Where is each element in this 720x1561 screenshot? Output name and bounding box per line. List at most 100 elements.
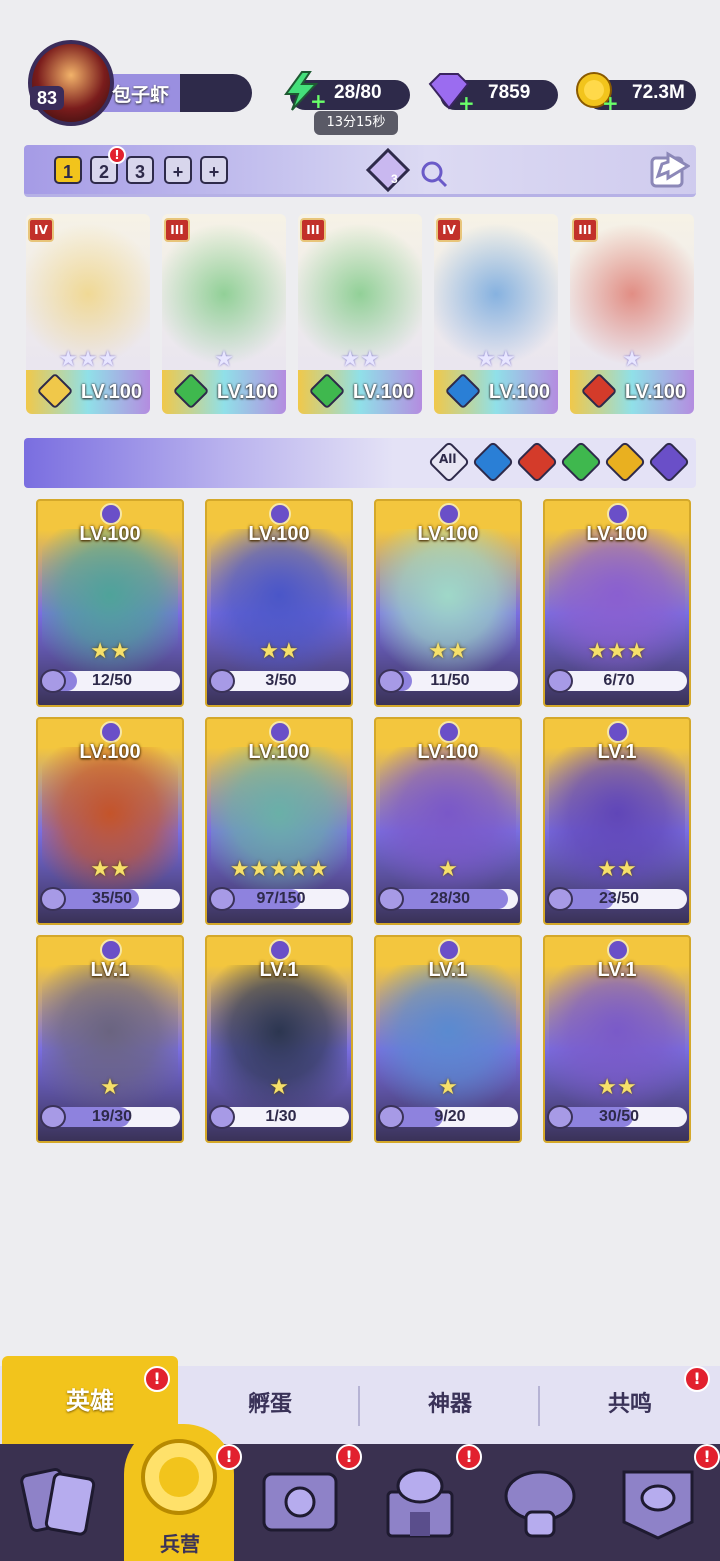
hero-level: LV.1 — [428, 959, 468, 981]
hero-stars: ★★★ — [587, 639, 647, 664]
team-slot-2-alert: ! — [108, 146, 126, 164]
hero-shard-icon — [209, 887, 235, 911]
hero-card[interactable]: LV.1 ★ 9/20 — [374, 935, 522, 1143]
nav-banner-icon[interactable] — [618, 1462, 698, 1542]
team-member-stars: ★ — [214, 347, 234, 372]
team-member-card[interactable]: IV ★★★ LV.100 — [26, 214, 150, 414]
hero-card[interactable]: LV.100 ★★ 35/50 — [36, 717, 184, 925]
team-slot-add-2[interactable]: + — [200, 156, 228, 184]
hero-level: LV.100 — [79, 741, 141, 763]
filter-all-label: All — [439, 452, 457, 466]
team-member-card[interactable]: III ★★ LV.100 — [298, 214, 422, 414]
dark-element-icon — [607, 939, 629, 961]
hero-card[interactable]: LV.100 ★★ 11/50 — [374, 499, 522, 707]
hero-shard-icon — [40, 887, 66, 911]
hero-card[interactable]: LV.1 ★★ 23/50 — [543, 717, 691, 925]
hero-shard-icon — [547, 1105, 573, 1129]
hero-level: LV.1 — [90, 959, 130, 981]
energy-value: 28/80 — [334, 82, 382, 103]
hero-card[interactable]: LV.1 ★★ 30/50 — [543, 935, 691, 1143]
barracks-icon — [141, 1439, 217, 1515]
team-member-card[interactable]: IV ★★ LV.100 — [434, 214, 558, 414]
dark-element-icon — [438, 503, 460, 525]
hero-level: LV.1 — [597, 959, 637, 981]
team-member-level: LV.100 — [488, 381, 550, 403]
hero-shard-icon — [40, 669, 66, 693]
hero-shard-icon — [378, 669, 404, 693]
hero-stars: ★★ — [90, 857, 130, 882]
team-member-level: LV.100 — [624, 381, 686, 403]
player-level: 83 — [30, 86, 64, 110]
team-member-stars: ★★ — [476, 347, 516, 372]
team-member-level: LV.100 — [216, 381, 278, 403]
tab-artifacts[interactable]: 神器 — [360, 1366, 540, 1444]
nav-book-icon[interactable] — [260, 1462, 340, 1542]
hero-shard-icon — [209, 1105, 235, 1129]
crystal-count: 3 — [391, 172, 398, 186]
team-member-rank: III — [572, 218, 598, 242]
crystal-search-icon[interactable] — [362, 148, 452, 194]
hero-stars: ★★ — [597, 1075, 637, 1100]
hero-card[interactable]: LV.1 ★ 1/30 — [205, 935, 353, 1143]
hero-shard-icon — [209, 669, 235, 693]
dark-element-icon — [438, 721, 460, 743]
team-slot-3[interactable]: 3 — [126, 156, 154, 184]
dark-element-icon — [607, 503, 629, 525]
dark-element-icon — [269, 939, 291, 961]
nav-cards-icon[interactable] — [20, 1462, 100, 1542]
team-member-stars: ★★★ — [58, 347, 118, 372]
tab-heroes-alert: ! — [144, 1366, 170, 1392]
team-member-card[interactable]: III ★ LV.100 — [570, 214, 694, 414]
nav-house-alert: ! — [456, 1444, 482, 1470]
hero-level: LV.100 — [417, 523, 479, 545]
hero-stars: ★★ — [259, 639, 299, 664]
hero-shard-icon — [378, 887, 404, 911]
hero-stars: ★ — [100, 1075, 120, 1100]
hero-card[interactable]: LV.100 ★★ 12/50 — [36, 499, 184, 707]
hero-stars: ★ — [438, 1075, 458, 1100]
player-name: 包子虾 — [112, 84, 170, 106]
hero-card[interactable]: LV.100 ★ 28/30 — [374, 717, 522, 925]
dark-element-icon — [100, 721, 122, 743]
hero-level: LV.100 — [248, 741, 310, 763]
tab-resonance-alert: ! — [684, 1366, 710, 1392]
hero-shard-icon — [547, 887, 573, 911]
energy-bolt-icon: + — [284, 71, 326, 112]
hero-stars: ★ — [438, 857, 458, 882]
share-icon[interactable] — [650, 150, 690, 190]
hero-stars: ★ — [269, 1075, 289, 1100]
gold-coin-icon: + — [576, 72, 619, 112]
player-avatar[interactable] — [28, 40, 114, 126]
team-member-card[interactable]: III ★ LV.100 — [162, 214, 286, 414]
dark-element-icon — [100, 939, 122, 961]
gold-value: 72.3M — [632, 82, 685, 103]
gem-value: 7859 — [488, 82, 531, 103]
hero-card[interactable]: LV.1 ★ 19/30 — [36, 935, 184, 1143]
hero-level: LV.100 — [586, 523, 648, 545]
hero-level: LV.100 — [248, 523, 310, 545]
nav-banner-alert: ! — [694, 1444, 720, 1470]
gem-icon: + — [428, 73, 474, 112]
hero-level: LV.100 — [79, 523, 141, 545]
hero-stars: ★★★★★ — [229, 857, 329, 882]
svg-text:+: + — [310, 89, 326, 112]
svg-text:+: + — [458, 91, 474, 112]
hero-card[interactable]: LV.100 ★★ 3/50 — [205, 499, 353, 707]
hero-card[interactable]: LV.100 ★★★★★ 97/150 — [205, 717, 353, 925]
team-slot-1[interactable]: 1 — [54, 156, 82, 184]
nav-book-alert: ! — [336, 1444, 362, 1470]
team-slot-add-1[interactable]: + — [164, 156, 192, 184]
team-member-stars: ★ — [622, 347, 642, 372]
nav-house-icon[interactable] — [380, 1462, 460, 1542]
hero-card[interactable]: LV.100 ★★★ 6/70 — [543, 499, 691, 707]
hero-shard-icon — [547, 669, 573, 693]
nav-mushroom-icon[interactable] — [500, 1462, 580, 1542]
hero-level: LV.100 — [417, 741, 479, 763]
hero-stars: ★★ — [90, 639, 130, 664]
dark-element-icon — [269, 503, 291, 525]
team-member-rank: IV — [436, 218, 462, 242]
hero-stars: ★★ — [597, 857, 637, 882]
team-member-rank: III — [164, 218, 190, 242]
dark-element-icon — [100, 503, 122, 525]
dark-element-icon — [438, 939, 460, 961]
